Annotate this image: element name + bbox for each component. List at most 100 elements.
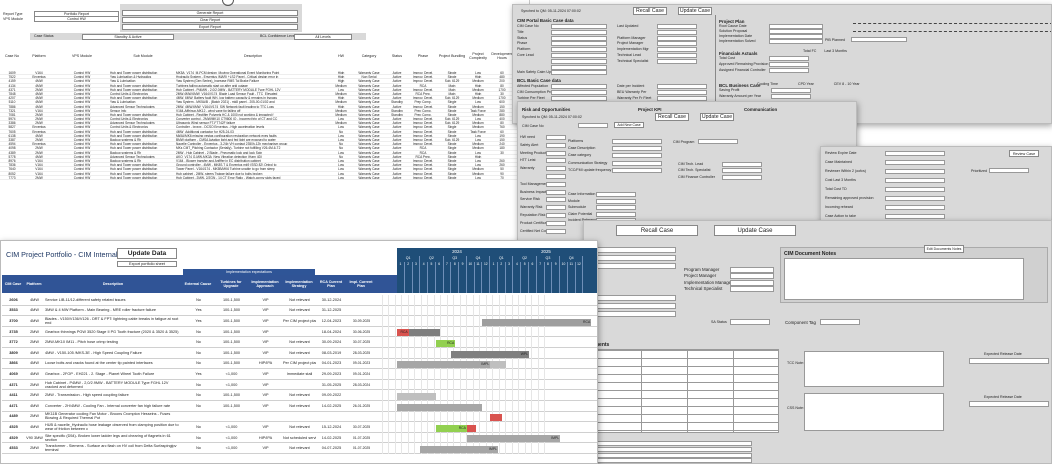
bcl-bus-input[interactable] [771,94,811,99]
portfolio-row[interactable]: 4489 2MW MK11B Generator cooling Fan Motor… [2,411,597,423]
portfolio-row[interactable]: 4471 4MW Converter - 2H/4MW - Cooling Fan … [2,400,597,412]
portal-left-input[interactable] [551,24,607,29]
portal-mid-input[interactable] [657,41,697,47]
kpi-main-input[interactable] [612,139,662,144]
kpi-recall-button[interactable]: Recall Case [655,113,689,121]
role-input[interactable] [730,273,774,280]
kpi-right-input[interactable] [722,168,762,174]
sa-status-field[interactable] [730,319,770,325]
portal-mid-input[interactable] [657,53,697,58]
add-new-case-button[interactable]: Add New Case [614,122,644,128]
update-case-button[interactable]: Update Case [678,7,712,15]
portal-mid-input[interactable] [657,35,697,41]
notes-field-4[interactable] [594,295,676,301]
dms-input[interactable] [594,458,752,463]
css-note-area[interactable] [804,393,944,431]
portfolio-row[interactable]: 3533 4MW 3MW & 4 MW Platform - Main Bearin… [2,305,597,317]
case-info-input[interactable] [596,205,636,211]
portal-left-input[interactable] [551,29,607,35]
portal-mid-input[interactable] [657,47,697,53]
portfolio-row[interactable]: 3866 4MW Loose bolts and cracks found at t… [2,358,597,370]
portal-left-input[interactable] [551,70,607,76]
dms-input[interactable] [594,446,752,452]
plan-input[interactable] [769,39,823,44]
kpi-main-input[interactable] [612,146,662,152]
notes-textarea[interactable] [784,258,1024,300]
kpi-small-input[interactable] [546,166,566,172]
portal-left-input[interactable] [551,53,607,58]
case-info-input[interactable] [596,211,636,217]
portfolio-row[interactable]: 3809 4MW 4MW - V150-105 /MKS-3E - High Spe… [2,347,597,359]
bcl-mid-input[interactable] [657,90,707,95]
review-input[interactable] [885,160,945,165]
notes-field-6[interactable] [594,311,676,317]
kpi-right-input[interactable] [722,162,762,167]
kpi-small-input[interactable] [546,158,566,164]
review-case-button[interactable]: Review Case [1009,150,1039,157]
kpi-update-button[interactable]: Update Case [700,113,734,121]
portal-left-input[interactable] [551,41,607,47]
portal-mid-input[interactable] [657,29,697,35]
table-row[interactable]: 7773 2MW Control HW Hub and Tower power dis… [0,176,520,180]
role-input[interactable] [730,267,774,273]
review-input[interactable] [885,169,945,174]
review-input[interactable] [885,178,945,183]
kpi-small-input[interactable] [546,205,566,211]
portal-left-input[interactable] [551,35,607,41]
portfolio-row[interactable]: 4529 V90 3MW Site specific (D54)- Broken l… [2,432,597,444]
kpi-small-input[interactable] [546,213,566,218]
generate-report-button[interactable]: Generate Report [122,10,298,17]
kpi-small-input[interactable] [546,150,566,156]
kpi-main-input[interactable] [612,160,662,166]
edit-doc-notes-button[interactable]: Edit Documents Notes [924,245,964,253]
vps-module-value[interactable]: Control HW [34,16,119,23]
kpi-case-no-field[interactable] [578,123,608,128]
portal-left-input[interactable] [551,64,607,70]
release-date-field-2[interactable] [969,401,1049,407]
portfolio-row[interactable]: 4411 2MW 2MW - Transmission - High speed c… [2,390,597,401]
notes-field-1[interactable] [594,247,676,253]
portal-left-input[interactable] [551,47,607,53]
bcl-input[interactable] [551,84,607,89]
case-info-input[interactable] [596,192,636,197]
review-input[interactable] [885,205,945,210]
kpi-small-input[interactable] [546,142,566,148]
cim-program-field[interactable] [698,139,738,144]
kpi-small-input[interactable] [546,181,566,187]
case-info-input[interactable] [596,198,636,204]
portfolio-row[interactable]: 4525 4MW HUB & nacelle_Hydraulic hose leak… [2,422,597,433]
case-status-value[interactable]: Standby & Active [82,33,174,40]
role-input[interactable] [730,279,774,286]
portfolio-row[interactable]: 3735 2MW Gearbox thinnings PGW 3520 Stage … [2,326,597,338]
kpi-small-input[interactable] [546,135,566,140]
prioritized-field[interactable] [989,168,1029,173]
component-tag-field[interactable] [820,319,860,325]
role-input[interactable] [730,286,774,293]
recall-case-button[interactable]: Recall Case [633,7,667,15]
portfolio-row[interactable]: 2606 4MW Service LIB-11/12-different safet… [2,295,597,306]
kpi-small-input[interactable] [546,197,566,203]
portfolio-row[interactable]: 3772 2MW 2MW-MK10 IM11 - Pitch hose crimp … [2,337,597,348]
export-report-button[interactable]: Export Report [122,24,298,31]
review-input[interactable] [885,187,945,192]
dms-input[interactable] [594,452,752,458]
export-portfolio-button[interactable]: Export portfolio sheet [117,261,177,267]
portal-mid-input[interactable] [657,58,697,64]
bcl-input[interactable] [551,90,607,95]
kpi-right-input[interactable] [722,174,762,180]
clear-report-button[interactable]: Clear Report [122,17,298,24]
kpi-main-input[interactable] [612,167,662,173]
kpi-small-input[interactable] [546,189,566,195]
review-input[interactable] [885,214,945,219]
portfolio-row[interactable]: 4371 2MW Hub Cabinet - P4MW - 2,0/2.9MW - … [2,379,597,391]
bcl-mid-input[interactable] [657,84,707,89]
notes-field-5[interactable] [594,303,676,309]
notes-field-3[interactable] [594,263,676,269]
portfolio-row[interactable]: 4533 2MW Transformer - Siemens - Surface a… [2,443,597,454]
fin-input[interactable] [769,56,809,61]
fin-input[interactable] [769,68,809,73]
review-input[interactable] [885,196,945,201]
tcc-note-area[interactable] [804,351,944,387]
kpi-small-input[interactable] [546,220,566,226]
release-date-field-1[interactable] [969,358,1049,364]
